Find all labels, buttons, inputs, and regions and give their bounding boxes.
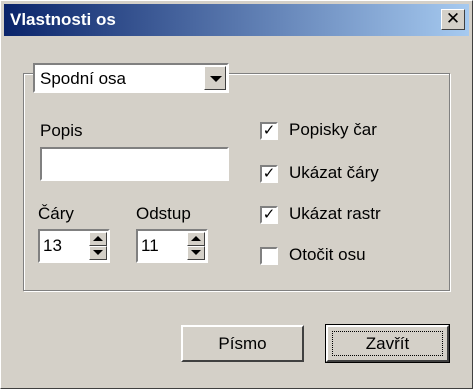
close-button[interactable]: Zavřít (325, 324, 450, 363)
checkbox-label: Popisky čar (289, 120, 377, 139)
title-bar[interactable]: Vlastnosti os ✕ (4, 4, 469, 36)
checkbox-show-lines[interactable]: ✓ (260, 165, 278, 183)
arrow-up-icon (191, 236, 201, 241)
offset-increment-button[interactable] (187, 232, 205, 246)
close-icon: ✕ (445, 9, 461, 28)
description-input[interactable] (40, 147, 229, 181)
lines-increment-button[interactable] (89, 232, 107, 246)
close-window-button[interactable]: ✕ (441, 9, 465, 30)
arrow-down-icon (191, 250, 201, 255)
checkbox-label: Ukázat čáry (289, 163, 379, 182)
lines-value: 13 (43, 236, 62, 255)
axis-select-dropdown-button[interactable] (204, 66, 226, 90)
window-title: Vlastnosti os (10, 10, 116, 29)
description-label: Popis (40, 121, 83, 140)
offset-decrement-button[interactable] (187, 246, 205, 260)
arrow-down-icon (93, 250, 103, 255)
lines-label: Čáry (38, 204, 74, 223)
checkbox-line-labels[interactable]: ✓ (260, 122, 278, 140)
axis-select-value: Spodní osa (40, 69, 127, 88)
offset-value: 11 (141, 236, 159, 255)
arrow-up-icon (93, 236, 103, 241)
font-button-label: Písmo (218, 334, 267, 353)
font-button[interactable]: Písmo (181, 325, 304, 362)
offset-stepper[interactable]: 11 (136, 229, 208, 263)
checkbox-rotate-axis[interactable] (260, 247, 278, 265)
checkbox-label: Otočit osu (289, 245, 366, 264)
lines-decrement-button[interactable] (89, 246, 107, 260)
focus-rectangle (332, 331, 443, 356)
offset-label: Odstup (136, 204, 191, 223)
checkbox-show-grid[interactable]: ✓ (260, 206, 278, 224)
lines-stepper[interactable]: 13 (38, 229, 110, 263)
dialog-window: Vlastnosti os ✕ Spodní osa Popis Čáry 13… (0, 0, 473, 389)
checkbox-label: Ukázat rastr (289, 204, 381, 223)
chevron-down-icon (210, 76, 222, 82)
axis-select[interactable]: Spodní osa (33, 63, 229, 93)
